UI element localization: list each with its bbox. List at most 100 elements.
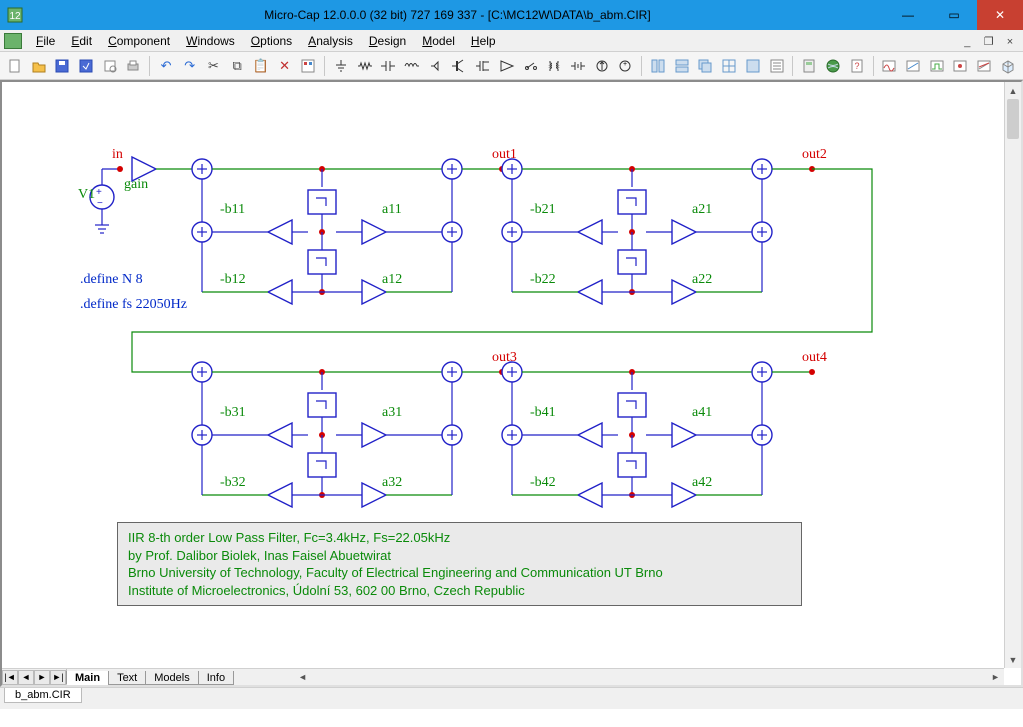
app-icon: 12 bbox=[0, 7, 30, 23]
workspace: +− bbox=[0, 80, 1023, 687]
info-line-2: by Prof. Dalibor Biolek, Inas Faisel Abu… bbox=[128, 547, 791, 565]
b11-label: -b11 bbox=[220, 202, 245, 218]
open-button[interactable] bbox=[28, 55, 50, 77]
sheet-tab-text[interactable]: Text bbox=[108, 671, 146, 685]
diode-icon[interactable] bbox=[425, 55, 447, 77]
menu-file-label: ile bbox=[43, 34, 55, 48]
copy-button[interactable]: ⧉ bbox=[226, 55, 248, 77]
close-button[interactable]: ✕ bbox=[977, 0, 1023, 30]
globe-button[interactable] bbox=[822, 55, 844, 77]
sheet-first-button[interactable]: |◄ bbox=[2, 670, 18, 685]
svg-text:−: − bbox=[97, 198, 103, 209]
window-max-button[interactable] bbox=[742, 55, 764, 77]
stepping-button[interactable] bbox=[973, 55, 995, 77]
cut-button[interactable]: ✂ bbox=[203, 55, 225, 77]
tile-horiz-button[interactable] bbox=[671, 55, 693, 77]
scroll-left-icon[interactable]: ◄ bbox=[294, 669, 311, 685]
b42-label: -b42 bbox=[530, 475, 556, 491]
maximize-button[interactable]: ▭ bbox=[931, 0, 977, 30]
npn-icon[interactable] bbox=[449, 55, 471, 77]
cascade-button[interactable] bbox=[695, 55, 717, 77]
net-out2-label: out2 bbox=[802, 147, 827, 163]
transformer-icon[interactable] bbox=[543, 55, 565, 77]
schematic-canvas[interactable]: +− bbox=[2, 82, 1004, 685]
menu-file[interactable]: File bbox=[28, 32, 63, 50]
a32-label: a32 bbox=[382, 475, 402, 491]
revert-button[interactable] bbox=[75, 55, 97, 77]
undo-button[interactable]: ↶ bbox=[155, 55, 177, 77]
delete-button[interactable]: ✕ bbox=[274, 55, 296, 77]
net-out3-label: out3 bbox=[492, 350, 517, 366]
window4-button[interactable] bbox=[718, 55, 740, 77]
3d-button[interactable] bbox=[997, 55, 1019, 77]
define-n-text: .define N 8 bbox=[80, 272, 143, 288]
help-button[interactable]: ? bbox=[846, 55, 868, 77]
menu-help[interactable]: Help bbox=[463, 32, 504, 50]
scroll-up-icon[interactable]: ▲ bbox=[1005, 82, 1021, 99]
print-button[interactable] bbox=[123, 55, 145, 77]
find-button[interactable] bbox=[297, 55, 319, 77]
svg-text:+: + bbox=[623, 61, 627, 68]
inductor-icon[interactable] bbox=[401, 55, 423, 77]
new-button[interactable] bbox=[4, 55, 26, 77]
sheet-tab-main[interactable]: Main bbox=[66, 671, 109, 685]
menu-windows[interactable]: Windows bbox=[178, 32, 243, 50]
b21-label: -b21 bbox=[530, 202, 556, 218]
menu-analysis[interactable]: Analysis bbox=[300, 32, 361, 50]
paste-button[interactable]: 📋 bbox=[250, 55, 272, 77]
sheet-tab-info[interactable]: Info bbox=[198, 671, 234, 685]
probe-button[interactable] bbox=[950, 55, 972, 77]
scroll-down-icon[interactable]: ▼ bbox=[1005, 651, 1021, 668]
tile-vert-button[interactable] bbox=[647, 55, 669, 77]
vertical-scrollbar[interactable]: ▲ ▼ bbox=[1004, 82, 1021, 668]
save-button[interactable] bbox=[51, 55, 73, 77]
mdi-close-button[interactable]: × bbox=[1001, 36, 1019, 48]
dc-button[interactable] bbox=[879, 55, 901, 77]
svg-text:?: ? bbox=[854, 61, 859, 71]
battery-icon[interactable] bbox=[567, 55, 589, 77]
isource-icon[interactable] bbox=[591, 55, 613, 77]
redo-button[interactable]: ↷ bbox=[179, 55, 201, 77]
a42-label: a42 bbox=[692, 475, 712, 491]
b32-label: -b32 bbox=[220, 475, 246, 491]
sheet-prev-button[interactable]: ◄ bbox=[18, 670, 34, 685]
b12-label: -b12 bbox=[220, 272, 246, 288]
calc-button[interactable] bbox=[798, 55, 820, 77]
a21-label: a21 bbox=[692, 202, 712, 218]
switch-icon[interactable] bbox=[520, 55, 542, 77]
window-title: Micro-Cap 12.0.0.0 (32 bit) 727 169 337 … bbox=[30, 8, 885, 22]
file-tab[interactable]: b_abm.CIR bbox=[4, 688, 82, 703]
menu-component[interactable]: Component bbox=[100, 32, 178, 50]
menu-options[interactable]: Options bbox=[243, 32, 300, 50]
scroll-right-icon[interactable]: ► bbox=[987, 669, 1004, 685]
minimize-button[interactable]: — bbox=[885, 0, 931, 30]
info-line-3: Brno University of Technology, Faculty o… bbox=[128, 564, 791, 582]
net-in-label: in bbox=[112, 147, 123, 163]
mosfet-icon[interactable] bbox=[472, 55, 494, 77]
info-line-4: Institute of Microelectronics, Údolní 53… bbox=[128, 582, 791, 600]
scroll-thumb[interactable] bbox=[1007, 99, 1019, 139]
ac-button[interactable] bbox=[902, 55, 924, 77]
mdi-restore-button[interactable]: ❐ bbox=[980, 35, 998, 48]
window-list-button[interactable] bbox=[766, 55, 788, 77]
sheet-tab-models[interactable]: Models bbox=[145, 671, 198, 685]
opamp-icon[interactable] bbox=[496, 55, 518, 77]
tran-button[interactable] bbox=[926, 55, 948, 77]
sheet-next-button[interactable]: ► bbox=[34, 670, 50, 685]
print-preview-button[interactable] bbox=[99, 55, 121, 77]
a11-label: a11 bbox=[382, 202, 402, 218]
v1-label: V1 bbox=[78, 187, 95, 203]
menu-design[interactable]: Design bbox=[361, 32, 414, 50]
menu-edit[interactable]: Edit bbox=[63, 32, 100, 50]
menu-model[interactable]: Model bbox=[414, 32, 463, 50]
resistor-icon[interactable] bbox=[354, 55, 376, 77]
ground-icon[interactable] bbox=[330, 55, 352, 77]
capacitor-icon[interactable] bbox=[378, 55, 400, 77]
sheet-tab-bar: |◄ ◄ ► ►| Main Text Models Info ◄ ► bbox=[2, 668, 1004, 685]
vsource-icon[interactable]: + bbox=[615, 55, 637, 77]
horizontal-scrollbar[interactable]: ◄ ► bbox=[294, 669, 1004, 685]
mdi-minimize-button[interactable]: _ bbox=[958, 36, 976, 48]
window-buttons: — ▭ ✕ bbox=[885, 0, 1023, 30]
sheet-last-button[interactable]: ►| bbox=[50, 670, 66, 685]
b41-label: -b41 bbox=[530, 405, 556, 421]
